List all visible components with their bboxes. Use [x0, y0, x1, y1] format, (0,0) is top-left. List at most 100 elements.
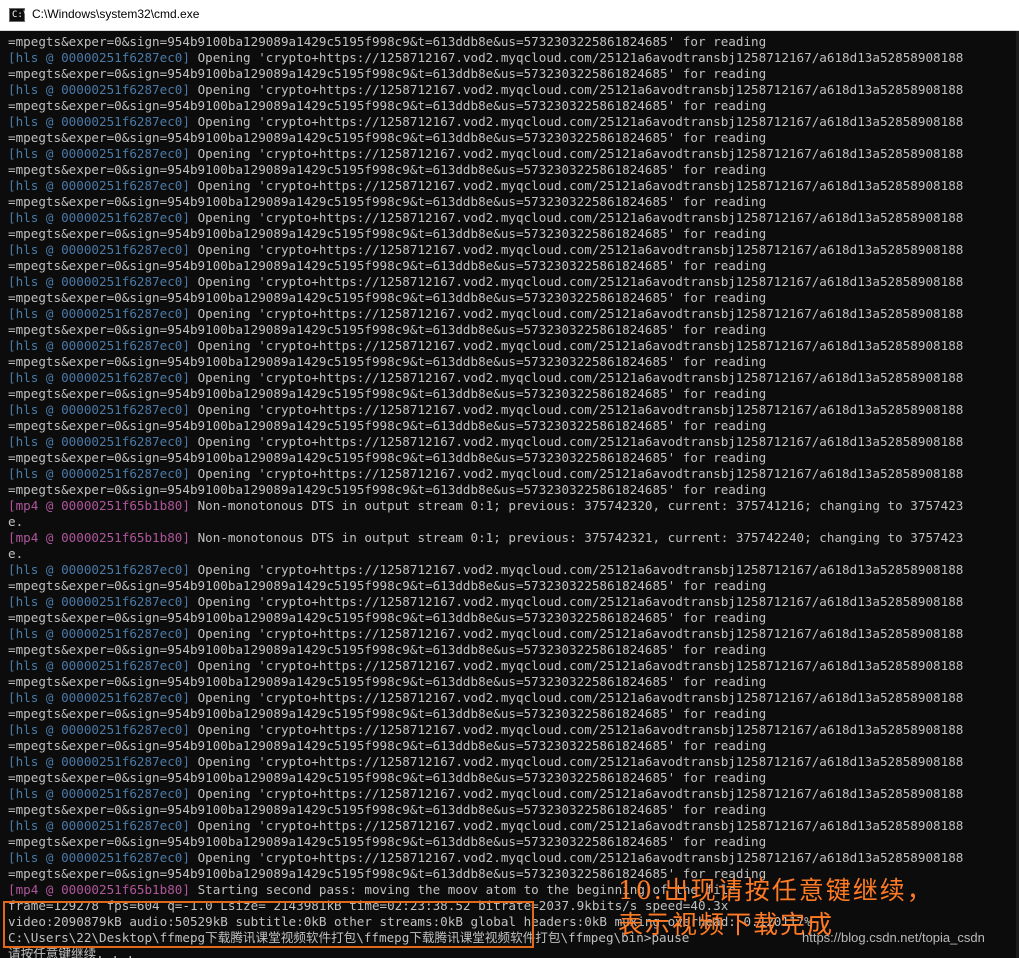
console-line: =mpegts&exper=0&sign=954b9100ba129089a14…	[8, 834, 963, 850]
console-line: [hls @ 00000251f6287ec0] Opening 'crypto…	[8, 562, 963, 578]
console-line: =mpegts&exper=0&sign=954b9100ba129089a14…	[8, 258, 963, 274]
log-text: =mpegts&exper=0&sign=954b9100ba129089a14…	[8, 354, 767, 369]
log-text: Opening 'crypto+https://1258712167.vod2.…	[189, 562, 964, 577]
log-prefix: [hls @ 00000251f6287ec0]	[8, 146, 190, 161]
log-prefix: [hls @ 00000251f6287ec0]	[8, 786, 190, 801]
log-prefix: [mp4 @ 00000251f65b1b80]	[8, 498, 190, 513]
console-line: =mpegts&exper=0&sign=954b9100ba129089a14…	[8, 610, 963, 626]
console-line: [hls @ 00000251f6287ec0] Opening 'crypto…	[8, 466, 963, 482]
log-prefix: [hls @ 00000251f6287ec0]	[8, 306, 190, 321]
console-lines: =mpegts&exper=0&sign=954b9100ba129089a14…	[8, 34, 963, 958]
console-line: =mpegts&exper=0&sign=954b9100ba129089a14…	[8, 578, 963, 594]
log-text: Opening 'crypto+https://1258712167.vod2.…	[189, 850, 964, 865]
console-line: [hls @ 00000251f6287ec0] Opening 'crypto…	[8, 850, 963, 866]
console-line: e.	[8, 514, 963, 530]
log-text: Opening 'crypto+https://1258712167.vod2.…	[189, 786, 964, 801]
console-line: =mpegts&exper=0&sign=954b9100ba129089a14…	[8, 706, 963, 722]
console-line: [hls @ 00000251f6287ec0] Opening 'crypto…	[8, 178, 963, 194]
console-line: =mpegts&exper=0&sign=954b9100ba129089a14…	[8, 354, 963, 370]
log-prefix: [hls @ 00000251f6287ec0]	[8, 562, 190, 577]
console-line: [hls @ 00000251f6287ec0] Opening 'crypto…	[8, 274, 963, 290]
log-text: =mpegts&exper=0&sign=954b9100ba129089a14…	[8, 322, 767, 337]
console-line: [hls @ 00000251f6287ec0] Opening 'crypto…	[8, 786, 963, 802]
console-line: =mpegts&exper=0&sign=954b9100ba129089a14…	[8, 418, 963, 434]
log-text: Opening 'crypto+https://1258712167.vod2.…	[189, 466, 964, 481]
log-prefix: [mp4 @ 00000251f65b1b80]	[8, 530, 190, 545]
log-prefix: [hls @ 00000251f6287ec0]	[8, 242, 190, 257]
log-text: Opening 'crypto+https://1258712167.vod2.…	[189, 274, 964, 289]
log-prefix: [mp4 @ 00000251f65b1b80]	[8, 882, 190, 897]
log-text: =mpegts&exper=0&sign=954b9100ba129089a14…	[8, 130, 767, 145]
console-line: e.	[8, 546, 963, 562]
log-text: Opening 'crypto+https://1258712167.vod2.…	[189, 594, 964, 609]
log-text: e.	[8, 514, 24, 529]
log-text: Opening 'crypto+https://1258712167.vod2.…	[189, 306, 964, 321]
log-text: Opening 'crypto+https://1258712167.vod2.…	[189, 82, 964, 97]
console-line: =mpegts&exper=0&sign=954b9100ba129089a14…	[8, 130, 963, 146]
log-prefix: [hls @ 00000251f6287ec0]	[8, 114, 190, 129]
log-prefix: [hls @ 00000251f6287ec0]	[8, 722, 190, 737]
console-line: [hls @ 00000251f6287ec0] Opening 'crypto…	[8, 146, 963, 162]
console-line: =mpegts&exper=0&sign=954b9100ba129089a14…	[8, 738, 963, 754]
log-text: Opening 'crypto+https://1258712167.vod2.…	[189, 370, 964, 385]
log-text: =mpegts&exper=0&sign=954b9100ba129089a14…	[8, 578, 767, 593]
console-line: [hls @ 00000251f6287ec0] Opening 'crypto…	[8, 242, 963, 258]
console-line: [hls @ 00000251f6287ec0] Opening 'crypto…	[8, 82, 963, 98]
log-text: =mpegts&exper=0&sign=954b9100ba129089a14…	[8, 418, 767, 433]
window-title: C:\Windows\system32\cmd.exe	[32, 7, 200, 21]
log-text: Opening 'crypto+https://1258712167.vod2.…	[189, 690, 964, 705]
log-prefix: [hls @ 00000251f6287ec0]	[8, 210, 190, 225]
console-line: [mp4 @ 00000251f65b1b80] Non-monotonous …	[8, 498, 963, 514]
console-line: =mpegts&exper=0&sign=954b9100ba129089a14…	[8, 450, 963, 466]
title-bar[interactable]: C:\ C:\Windows\system32\cmd.exe	[0, 0, 1019, 31]
log-text: =mpegts&exper=0&sign=954b9100ba129089a14…	[8, 738, 767, 753]
log-prefix: [hls @ 00000251f6287ec0]	[8, 690, 190, 705]
console-line: =mpegts&exper=0&sign=954b9100ba129089a14…	[8, 194, 963, 210]
log-text: =mpegts&exper=0&sign=954b9100ba129089a14…	[8, 290, 767, 305]
console-line: [hls @ 00000251f6287ec0] Opening 'crypto…	[8, 690, 963, 706]
log-text: =mpegts&exper=0&sign=954b9100ba129089a14…	[8, 34, 767, 49]
log-text: =mpegts&exper=0&sign=954b9100ba129089a14…	[8, 162, 767, 177]
console-line: [hls @ 00000251f6287ec0] Opening 'crypto…	[8, 338, 963, 354]
log-text: Non-monotonous DTS in output stream 0:1;…	[189, 530, 964, 545]
console-line: =mpegts&exper=0&sign=954b9100ba129089a14…	[8, 386, 963, 402]
console-line: [hls @ 00000251f6287ec0] Opening 'crypto…	[8, 626, 963, 642]
log-text: Opening 'crypto+https://1258712167.vod2.…	[189, 146, 964, 161]
console-line: [hls @ 00000251f6287ec0] Opening 'crypto…	[8, 658, 963, 674]
log-text: =mpegts&exper=0&sign=954b9100ba129089a14…	[8, 386, 767, 401]
log-prefix: [hls @ 00000251f6287ec0]	[8, 82, 190, 97]
console-output[interactable]: =mpegts&exper=0&sign=954b9100ba129089a14…	[0, 31, 1019, 958]
console-line: [hls @ 00000251f6287ec0] Opening 'crypto…	[8, 754, 963, 770]
log-text: e.	[8, 546, 24, 561]
cmd-icon-glyph: C:\	[12, 10, 29, 20]
log-text: Opening 'crypto+https://1258712167.vod2.…	[189, 818, 964, 833]
console-line: =mpegts&exper=0&sign=954b9100ba129089a14…	[8, 642, 963, 658]
log-text: Opening 'crypto+https://1258712167.vod2.…	[189, 50, 964, 65]
log-text: =mpegts&exper=0&sign=954b9100ba129089a14…	[8, 194, 767, 209]
log-text: =mpegts&exper=0&sign=954b9100ba129089a14…	[8, 66, 767, 81]
watermark: https://blog.csdn.net/topia_csdn	[802, 930, 985, 945]
console-line: =mpegts&exper=0&sign=954b9100ba129089a14…	[8, 162, 963, 178]
prompt-highlight-box	[3, 901, 534, 948]
console-line: [hls @ 00000251f6287ec0] Opening 'crypto…	[8, 370, 963, 386]
log-text: Opening 'crypto+https://1258712167.vod2.…	[189, 114, 964, 129]
log-text: =mpegts&exper=0&sign=954b9100ba129089a14…	[8, 98, 767, 113]
console-line: [hls @ 00000251f6287ec0] Opening 'crypto…	[8, 594, 963, 610]
log-prefix: [hls @ 00000251f6287ec0]	[8, 178, 190, 193]
console-line: =mpegts&exper=0&sign=954b9100ba129089a14…	[8, 674, 963, 690]
log-text: =mpegts&exper=0&sign=954b9100ba129089a14…	[8, 482, 767, 497]
log-prefix: [hls @ 00000251f6287ec0]	[8, 466, 190, 481]
log-prefix: [hls @ 00000251f6287ec0]	[8, 754, 190, 769]
log-text: Opening 'crypto+https://1258712167.vod2.…	[189, 178, 964, 193]
log-prefix: [hls @ 00000251f6287ec0]	[8, 434, 190, 449]
log-text: Opening 'crypto+https://1258712167.vod2.…	[189, 434, 964, 449]
log-text: Opening 'crypto+https://1258712167.vod2.…	[189, 658, 964, 673]
console-line: =mpegts&exper=0&sign=954b9100ba129089a14…	[8, 482, 963, 498]
console-line: [hls @ 00000251f6287ec0] Opening 'crypto…	[8, 114, 963, 130]
log-text: Opening 'crypto+https://1258712167.vod2.…	[189, 242, 964, 257]
log-text: =mpegts&exper=0&sign=954b9100ba129089a14…	[8, 226, 767, 241]
log-text: =mpegts&exper=0&sign=954b9100ba129089a14…	[8, 450, 767, 465]
cmd-icon: C:\	[9, 8, 29, 22]
log-text: Non-monotonous DTS in output stream 0:1;…	[189, 498, 964, 513]
log-text: =mpegts&exper=0&sign=954b9100ba129089a14…	[8, 642, 767, 657]
